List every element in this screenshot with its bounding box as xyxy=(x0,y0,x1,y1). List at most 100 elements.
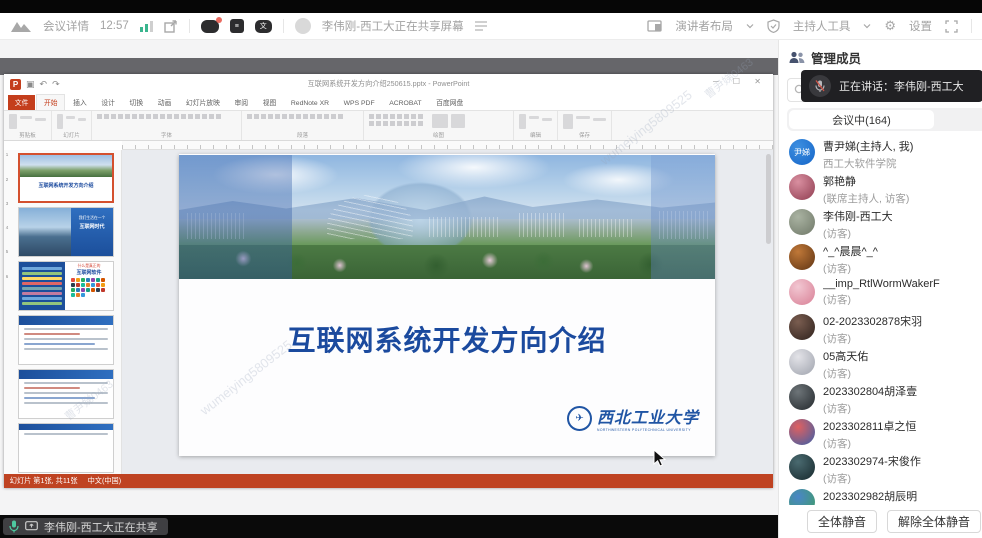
slide-scrollbar[interactable] xyxy=(766,154,771,244)
participant-role: (访客) xyxy=(823,436,916,451)
panel-header: 管理成员 xyxy=(789,48,861,67)
ribbon-group-4[interactable]: 绘图 xyxy=(364,111,514,140)
slide-thumbnail-2[interactable]: 我们生活在一个互联网时代 xyxy=(18,207,114,257)
slide-title: 互联网系统开发方向介绍 xyxy=(179,319,715,359)
microphone-icon xyxy=(9,520,19,533)
shared-desktop-background xyxy=(0,58,778,75)
ribbon-tab-0[interactable]: 文件 xyxy=(8,95,35,110)
screen-share-icon xyxy=(25,521,38,532)
participant-avatar xyxy=(789,244,815,270)
mic-muted-icon xyxy=(815,80,825,92)
participant-name: 2023302974-宋俊作 xyxy=(823,453,921,469)
slide-thumbnail-3[interactable]: 什么是真正的互联网软件 xyxy=(18,261,114,311)
ribbon-tab-11[interactable]: ACROBAT xyxy=(382,98,428,110)
participant-avatar xyxy=(789,384,815,410)
ribbon-group-5[interactable]: 编辑 xyxy=(514,111,558,140)
participant-row[interactable]: 尹娣曹尹娣(主持人, 我)西工大软件学院 xyxy=(789,138,982,173)
speaker-avatar xyxy=(809,75,831,97)
host-tools-button[interactable]: 主持人工具 xyxy=(793,18,851,34)
ribbon-tab-4[interactable]: 切换 xyxy=(123,95,150,110)
participants-panel: 管理成员 正在讲话：李伟刚-西工大 会议中(164) 尹娣曹 xyxy=(778,40,982,538)
panel-title: 管理成员 xyxy=(811,48,861,67)
ribbon-group-3[interactable]: 段落 xyxy=(242,111,364,140)
meeting-details-button[interactable]: 会议详情 xyxy=(43,18,89,34)
participant-role: (访客) xyxy=(823,292,940,307)
participant-row[interactable]: 2023302974-宋俊作(访客) xyxy=(789,453,982,488)
window-controls[interactable]: ─ ☐ ✕ xyxy=(713,77,767,86)
slide-counter: 幻灯片 第1张, 共11张 xyxy=(10,476,78,486)
ribbon-tab-7[interactable]: 审阅 xyxy=(228,95,255,110)
ribbon-tab-12[interactable]: 百度网盘 xyxy=(429,95,470,110)
participant-row[interactable]: __imp_RtlWormWakerF(访客) xyxy=(789,278,982,313)
ribbon-group-label: 编辑 xyxy=(519,131,552,139)
participant-name: 2023302982胡辰明 xyxy=(823,488,917,504)
meeting-topbar: 会议详情 12:57 ≡ 文 李伟刚-西工大正在共享屏幕 xyxy=(0,13,982,40)
meeting-logo-icon xyxy=(10,19,32,33)
participant-avatar xyxy=(789,174,815,200)
thumbnail-number: 3 xyxy=(6,201,9,206)
participant-row[interactable]: 02-2023302878宋羽(访客) xyxy=(789,313,982,348)
captions-icon[interactable]: 文 xyxy=(255,20,272,33)
tab-in-meeting[interactable]: 会议中(164) xyxy=(789,110,934,129)
fullscreen-icon[interactable] xyxy=(945,20,958,33)
ribbon-tab-9[interactable]: RedNote XR xyxy=(284,98,336,110)
sharing-status-pill[interactable]: 李伟刚-西工大正在共享 xyxy=(3,518,168,535)
participant-row[interactable]: 2023302811卓之恒(访客) xyxy=(789,418,982,453)
slide-thumbnail-1[interactable]: 互联网系统开发方向介绍 xyxy=(18,153,114,203)
ppt-ribbon-tabs: 文件开始插入设计切换动画幻灯片放映审阅视图RedNote XRWPS PDFAC… xyxy=(4,94,773,111)
participant-avatar xyxy=(789,314,815,340)
participant-name: 郭艳静 xyxy=(823,173,909,189)
participant-role: (访客) xyxy=(823,366,868,381)
participant-name: ^_^晨晨^_^ xyxy=(823,243,878,259)
participant-name: 李伟刚-西工大 xyxy=(823,208,893,224)
mute-all-button[interactable]: 全体静音 xyxy=(807,510,877,533)
settings-button[interactable]: 设置 xyxy=(909,18,932,34)
ribbon-tab-1[interactable]: 开始 xyxy=(36,94,65,110)
unmute-all-button[interactable]: 解除全体静音 xyxy=(887,510,981,533)
participant-role: (访客) xyxy=(823,401,917,416)
cloud-recording-icon[interactable] xyxy=(201,20,219,33)
slide-thumbnail-5[interactable] xyxy=(18,369,114,419)
participants-list[interactable]: 尹娣曹尹娣(主持人, 我)西工大软件学院郭艳静(联席主持人, 访客)李伟刚-西工… xyxy=(779,138,982,523)
topbar-divider xyxy=(283,19,284,33)
meeting-notes-icon[interactable]: ≡ xyxy=(230,19,244,33)
meeting-time: 12:57 xyxy=(100,20,129,32)
pop-out-icon[interactable] xyxy=(164,20,178,33)
slide-thumbnail-6[interactable] xyxy=(18,423,114,473)
participant-row[interactable]: 2023302804胡泽壹 (访客) xyxy=(789,383,982,418)
layout-menu-button[interactable]: 演讲者布局 xyxy=(675,18,733,34)
university-logo: ✈ 西北工业大学 NORTHWESTERN POLYTECHNICAL UNIV… xyxy=(567,404,699,432)
ribbon-group-6[interactable]: 保存 xyxy=(558,111,612,140)
participant-row[interactable]: 郭艳静(联席主持人, 访客) xyxy=(789,173,982,208)
ppt-slide-thumbnails-panel: 1互联网系统开发方向介绍2我们生活在一个互联网时代3什么是真正的互联网软件456 xyxy=(4,150,122,474)
ribbon-tab-5[interactable]: 动画 xyxy=(151,95,178,110)
language-indicator[interactable]: 中文(中国) xyxy=(88,476,122,486)
current-slide: 互联网系统开发方向介绍 ✈ 西北工业大学 NORTHWESTERN POLYTE… xyxy=(179,154,715,456)
slide-thumbnail-4[interactable] xyxy=(18,315,114,365)
participant-row[interactable]: 05高天佑(访客) xyxy=(789,348,982,383)
ribbon-group-0[interactable]: 剪贴板 xyxy=(4,111,52,140)
ppt-slide-area: 互联网系统开发方向介绍 ✈ 西北工业大学 NORTHWESTERN POLYTE… xyxy=(122,150,773,474)
ribbon-group-2[interactable]: 字体 xyxy=(92,111,242,140)
participant-row[interactable]: 李伟刚-西工大(访客) xyxy=(789,208,982,243)
panel-tabs: 会议中(164) xyxy=(787,108,982,131)
letterbox-top xyxy=(0,0,982,13)
sharing-status-text: 李伟刚-西工大正在共享 xyxy=(44,519,158,535)
participant-name: 2023302804胡泽壹 xyxy=(823,383,917,399)
thumbnail-number: 2 xyxy=(6,177,9,182)
ppt-title-bar: P ▣ ↶ ↷ 互联网系统开发方向介绍250615.pptx - PowerPo… xyxy=(4,74,773,94)
gear-icon: ⚙ xyxy=(884,18,896,34)
ribbon-tab-8[interactable]: 视图 xyxy=(256,95,283,110)
ribbon-group-label: 字体 xyxy=(97,131,236,139)
chevron-down-icon xyxy=(863,22,871,30)
ribbon-tab-10[interactable]: WPS PDF xyxy=(337,98,382,110)
participant-row[interactable]: ^_^晨晨^_^(访客) xyxy=(789,243,982,278)
shield-icon xyxy=(767,19,780,33)
ribbon-tab-2[interactable]: 插入 xyxy=(66,95,93,110)
ribbon-tab-6[interactable]: 幻灯片放映 xyxy=(179,95,227,110)
participant-avatar xyxy=(789,279,815,305)
ribbon-group-1[interactable]: 幻灯片 xyxy=(52,111,92,140)
share-options-icon[interactable] xyxy=(475,21,487,31)
ribbon-tab-3[interactable]: 设计 xyxy=(95,95,122,110)
ppt-ruler xyxy=(122,141,773,150)
